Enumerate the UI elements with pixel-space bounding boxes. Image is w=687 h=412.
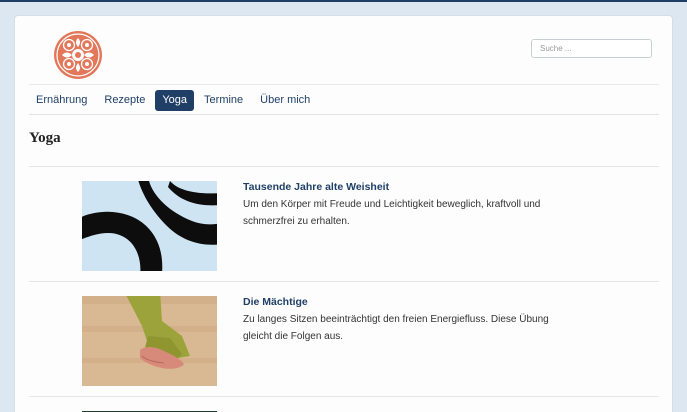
page-container: Ernährung Rezepte Yoga Termine Über mich…	[14, 15, 673, 412]
nav-item-rezepte[interactable]: Rezepte	[97, 90, 152, 111]
article-thumbnail-abstract-brush[interactable]	[82, 181, 217, 271]
article-title[interactable]: Tausende Jahre alte Weisheit	[243, 181, 389, 193]
nav-divider-bottom	[29, 114, 659, 115]
top-accent-stripe	[0, 0, 687, 2]
title-divider	[29, 166, 659, 167]
nav-item-yoga[interactable]: Yoga	[155, 90, 195, 111]
nav-divider-top	[29, 84, 659, 85]
article-title[interactable]: Die Mächtige	[243, 296, 308, 308]
article-excerpt: Um den Körper mit Freude und Leichtigkei…	[243, 199, 541, 227]
main-nav: Ernährung Rezepte Yoga Termine Über mich	[29, 90, 320, 111]
nav-item-ueber-mich[interactable]: Über mich	[253, 90, 317, 111]
row-divider	[29, 396, 659, 397]
row-divider	[29, 281, 659, 282]
nav-item-ernaehrung[interactable]: Ernährung	[29, 90, 94, 111]
nav-item-termine[interactable]: Termine	[197, 90, 250, 111]
article-thumbnail-feet-photo[interactable]	[82, 296, 217, 386]
page-title: Yoga	[29, 130, 61, 146]
article-excerpt: Zu langes Sitzen beeinträchtigt den frei…	[243, 314, 549, 342]
flower-ornament-logo[interactable]	[53, 30, 103, 80]
search-input[interactable]	[531, 39, 652, 58]
